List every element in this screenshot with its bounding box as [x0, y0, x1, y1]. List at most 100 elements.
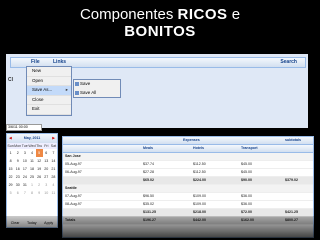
calendar-day[interactable]: 12: [36, 157, 43, 165]
calendar-day[interactable]: 7: [21, 189, 28, 197]
table-cell: $218.00: [193, 210, 206, 214]
calendar-day[interactable]: 18: [28, 165, 35, 173]
calendar-day[interactable]: 15: [7, 165, 14, 173]
next-month-icon[interactable]: ▶: [52, 134, 55, 143]
table-row[interactable]: $65.02 $224.00 $90.00 $379.02: [63, 177, 313, 185]
menu-item-close[interactable]: Close: [27, 96, 71, 105]
calendar-day[interactable]: 11: [28, 157, 35, 165]
calendar-week: 1234567: [7, 149, 57, 157]
menu-search[interactable]: Search: [280, 58, 297, 67]
calendar-day[interactable]: 6: [14, 189, 21, 197]
calendar-day[interactable]: 7: [50, 149, 57, 157]
calendar-day[interactable]: 21: [50, 165, 57, 173]
calendar-day[interactable]: 6: [43, 149, 50, 157]
table-cell: $112.50: [193, 162, 206, 166]
calendar-day[interactable]: 19: [36, 165, 43, 173]
table-cell: $36.00: [241, 194, 252, 198]
title-line-2: BONITOS: [124, 23, 196, 40]
calendar-day[interactable]: 3: [21, 149, 28, 157]
calendar-week: 22 23 24 25 26 27 28: [7, 173, 57, 181]
calendar-day[interactable]: 9: [36, 189, 43, 197]
calendar-day[interactable]: 30: [14, 181, 21, 189]
table-cell: San Jose: [65, 154, 81, 158]
menu-item-new[interactable]: New: [27, 67, 71, 77]
table-cell: $131.25: [143, 210, 156, 214]
header-expenses: Expenses: [183, 138, 200, 142]
title-word-2: RICOS: [177, 6, 228, 23]
grid-body: San Jose 05-Aug-97 $37.74 $112.50 $45.00 06-A…: [63, 153, 313, 225]
calendar-day[interactable]: 25: [28, 173, 35, 181]
menu-item-open[interactable]: Open: [27, 77, 71, 86]
calendar-day[interactable]: 26: [36, 173, 43, 181]
grid-header-top: Expenses subtotals: [63, 137, 313, 145]
table-cell: $37.74: [143, 162, 154, 166]
date-field[interactable]: 3/6/11 00:00: [6, 124, 42, 131]
calendar-day[interactable]: 17: [21, 165, 28, 173]
table-cell: $90.00: [241, 178, 252, 182]
calendar-day[interactable]: 2: [14, 149, 21, 157]
calendar-day[interactable]: 10: [43, 189, 50, 197]
header-transport[interactable]: Transport: [241, 146, 258, 150]
calendar-day[interactable]: 4: [28, 149, 35, 157]
calendar-day[interactable]: 20: [43, 165, 50, 173]
table-cell: 06-Aug-97: [65, 170, 82, 174]
calendar-day[interactable]: 10: [21, 157, 28, 165]
calendar-day[interactable]: 29: [7, 181, 14, 189]
header-meals[interactable]: Meals: [143, 146, 153, 150]
save-all-icon: [75, 90, 79, 95]
calendar-day[interactable]: 27: [43, 173, 50, 181]
table-row[interactable]: 08-Aug-97 $35.02 $109.00 $36.00: [63, 201, 313, 209]
calendar-month[interactable]: May, 2011: [24, 136, 41, 140]
table-cell: 07-Aug-97: [65, 194, 82, 198]
calendar-day[interactable]: 5: [7, 189, 14, 197]
calendar-day[interactable]: 8: [28, 189, 35, 197]
table-cell: $72.00: [241, 210, 252, 214]
table-cell: $45.00: [241, 170, 252, 174]
calendar-header: ◀ May, 2011 ▶: [7, 134, 57, 143]
calendar-day[interactable]: 16: [14, 165, 21, 173]
calendar-day[interactable]: 4: [50, 181, 57, 189]
calendar-day[interactable]: 14: [50, 157, 57, 165]
calendar-day[interactable]: 11: [50, 189, 57, 197]
table-row[interactable]: Seattle: [63, 185, 313, 193]
calendar-day[interactable]: 1: [7, 149, 14, 157]
table-row[interactable]: 06-Aug-97 $27.28 $112.50 $45.00: [63, 169, 313, 177]
calendar-day[interactable]: 9: [14, 157, 21, 165]
table-cell: 08-Aug-97: [65, 202, 82, 206]
title-word-1: Componentes: [79, 6, 174, 23]
calendar-day[interactable]: 13: [43, 157, 50, 165]
calendar-day[interactable]: 31: [21, 181, 28, 189]
table-cell: $112.50: [193, 170, 206, 174]
calendar-day[interactable]: 8: [7, 157, 14, 165]
calendar-days: 1 2 3 4 5 6 7 8 9 10 11 12 13 14 15 16 17 18 19 20 21 22 23 24 2…: [7, 149, 57, 197]
calendar-week: 8 9 10 11 12 13 14: [7, 157, 57, 165]
calendar-day[interactable]: 3: [43, 181, 50, 189]
submenu-item-save[interactable]: Save: [74, 80, 120, 89]
header-subtotals: subtotals: [285, 138, 301, 142]
prev-month-icon[interactable]: ◀: [9, 134, 12, 143]
menu-item-exit[interactable]: Exit: [27, 105, 71, 115]
calendar-day[interactable]: 2: [36, 181, 43, 189]
calendar-day[interactable]: 23: [14, 173, 21, 181]
table-cell: $65.02: [143, 178, 154, 182]
calendar-day[interactable]: 28: [50, 173, 57, 181]
table-cell: $96.50: [143, 194, 154, 198]
submenu-arrow-icon: ▸: [65, 87, 68, 92]
calendar-day[interactable]: 24: [21, 173, 28, 181]
panel-label: Cl: [8, 77, 13, 83]
table-cell: $421.25: [285, 210, 298, 214]
grid-header-cols: Meals Hotels Transport: [63, 145, 313, 153]
table-row[interactable]: San Jose: [63, 153, 313, 161]
table-row[interactable]: 05-Aug-97 $37.74 $112.50 $45.00: [63, 161, 313, 169]
calendar-day[interactable]: 5: [35, 149, 43, 157]
calendar-day[interactable]: 22: [7, 173, 14, 181]
file-dropdown: New Open Save As... ▸ Close Exit: [26, 66, 72, 116]
save-submenu: Save Save All: [73, 79, 121, 98]
menu-item-save-as[interactable]: Save As... ▸: [27, 86, 71, 96]
table-cell: $45.00: [241, 162, 252, 166]
slide-title: Componentes RICOS e BONITOS: [0, 6, 320, 40]
calendar-day[interactable]: 1: [28, 181, 35, 189]
submenu-item-save-all[interactable]: Save All: [74, 89, 120, 98]
header-hotels[interactable]: Hotels: [193, 146, 204, 150]
table-row[interactable]: 07-Aug-97 $96.50 $109.00 $36.00: [63, 193, 313, 201]
